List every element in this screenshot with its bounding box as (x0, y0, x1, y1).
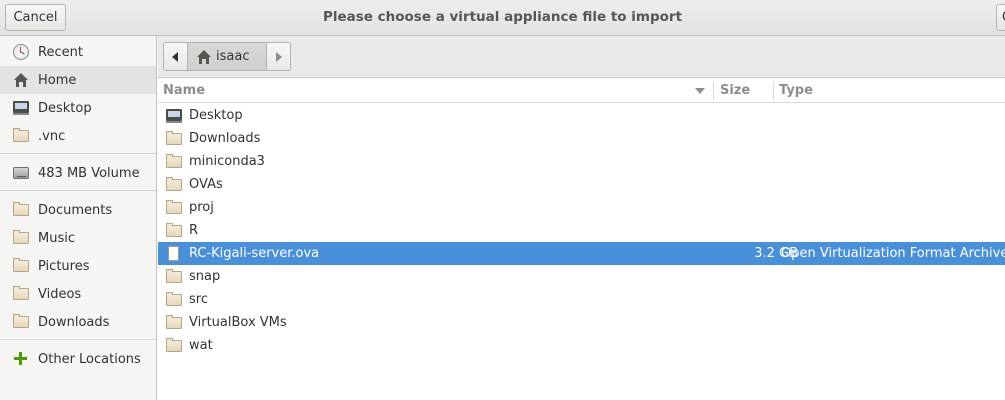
sidebar-item-label: Pictures (38, 258, 90, 274)
folder-icon (13, 258, 29, 274)
file-name: snap (189, 269, 221, 284)
folder-icon (166, 154, 182, 169)
desktop-icon (166, 108, 182, 123)
file-icon (166, 246, 182, 261)
drive-icon (13, 165, 29, 181)
home-icon (197, 49, 211, 64)
file-row-rc-kigali-server[interactable]: RC-Kigali-server.ova 3.2 GB Open Virtual… (158, 242, 1005, 265)
sidebar-item-videos[interactable]: Videos (0, 280, 156, 308)
file-name: miniconda3 (189, 154, 265, 169)
file-row-desktop[interactable]: Desktop (158, 104, 1005, 127)
chevron-right-icon (276, 52, 282, 62)
folder-icon (13, 202, 29, 218)
file-name: Downloads (189, 131, 261, 146)
folder-icon (166, 338, 182, 353)
desktop-icon (13, 100, 29, 116)
sidebar-item-documents[interactable]: Documents (0, 196, 156, 224)
file-name: OVAs (189, 177, 223, 192)
folder-icon (166, 177, 182, 192)
column-header-name[interactable]: Name (163, 79, 205, 103)
file-name: wat (189, 338, 213, 353)
sidebar-item-desktop[interactable]: Desktop (0, 94, 156, 122)
sidebar-item-label: 483 MB Volume (38, 165, 140, 181)
home-icon (13, 72, 29, 88)
sidebar-item-vnc[interactable]: .vnc (0, 122, 156, 150)
file-name: Desktop (189, 108, 243, 123)
places-sidebar: Recent Home Desktop .vnc 483 MB Volume D… (0, 36, 157, 400)
file-name: VirtualBox VMs (189, 315, 287, 330)
file-row-downloads[interactable]: Downloads (158, 127, 1005, 150)
file-type: Open Virtualization Format Archive (781, 246, 1005, 261)
sidebar-item-music[interactable]: Music (0, 224, 156, 252)
column-divider[interactable] (773, 82, 774, 100)
file-row-src[interactable]: src (158, 288, 1005, 311)
sidebar-separator (0, 190, 156, 191)
sidebar-item-other-locations[interactable]: Other Locations (0, 345, 156, 373)
file-name: proj (189, 200, 214, 215)
sort-descending-icon (695, 88, 705, 94)
folder-icon (13, 314, 29, 330)
file-row-proj[interactable]: proj (158, 196, 1005, 219)
sidebar-item-recent[interactable]: Recent (0, 38, 156, 66)
sidebar-item-downloads[interactable]: Downloads (0, 308, 156, 336)
sidebar-item-label: Documents (38, 202, 113, 218)
plus-icon (13, 351, 29, 367)
file-row-virtualbox-vms[interactable]: VirtualBox VMs (158, 311, 1005, 334)
chevron-left-icon (172, 52, 178, 62)
path-home-label: isaac (216, 49, 250, 64)
open-button[interactable]: O (996, 4, 1005, 31)
path-back-button[interactable] (164, 43, 188, 70)
path-home-button[interactable]: isaac (188, 43, 266, 70)
folder-icon (166, 200, 182, 215)
file-name: R (189, 223, 199, 238)
file-row-snap[interactable]: snap (158, 265, 1005, 288)
sidebar-item-label: Desktop (38, 100, 92, 116)
sidebar-item-label: Recent (38, 44, 83, 60)
cancel-button[interactable]: Cancel (5, 4, 66, 31)
file-name: src (189, 292, 208, 307)
column-divider[interactable] (713, 82, 714, 100)
header-bar: Please choose a virtual appliance file t… (0, 0, 1005, 36)
sidebar-item-volume[interactable]: 483 MB Volume (0, 159, 156, 187)
sidebar-item-label: Downloads (38, 314, 110, 330)
folder-icon (166, 315, 182, 330)
column-header-row: Name Size Type (158, 79, 1005, 103)
sidebar-item-label: .vnc (38, 128, 66, 144)
sidebar-item-label: Home (38, 72, 77, 88)
folder-icon (166, 292, 182, 307)
folder-icon (166, 131, 182, 146)
sidebar-separator (0, 339, 156, 340)
path-bar: isaac (158, 36, 1005, 78)
folder-icon (166, 223, 182, 238)
file-row-miniconda3[interactable]: miniconda3 (158, 150, 1005, 173)
file-row-r[interactable]: R (158, 219, 1005, 242)
file-row-ovas[interactable]: OVAs (158, 173, 1005, 196)
column-header-size[interactable]: Size (720, 79, 750, 103)
sidebar-item-home[interactable]: Home (0, 66, 156, 94)
file-name: RC-Kigali-server.ova (189, 246, 320, 261)
folder-icon (166, 269, 182, 284)
sidebar-item-label: Other Locations (38, 351, 141, 367)
folder-icon (13, 128, 29, 144)
sidebar-item-label: Videos (38, 286, 82, 302)
dialog-title: Please choose a virtual appliance file t… (322, 9, 683, 25)
path-button-group: isaac (163, 42, 291, 71)
file-row-wat[interactable]: wat (158, 334, 1005, 357)
path-forward-button[interactable] (266, 43, 290, 70)
sidebar-item-pictures[interactable]: Pictures (0, 252, 156, 280)
sidebar-item-label: Music (38, 230, 75, 246)
sidebar-separator (0, 153, 156, 154)
folder-icon (13, 286, 29, 302)
clock-icon (13, 44, 29, 60)
folder-icon (13, 230, 29, 246)
file-list: Name Size Type Desktop Downloads minicon… (158, 79, 1005, 400)
column-header-type[interactable]: Type (779, 79, 813, 103)
